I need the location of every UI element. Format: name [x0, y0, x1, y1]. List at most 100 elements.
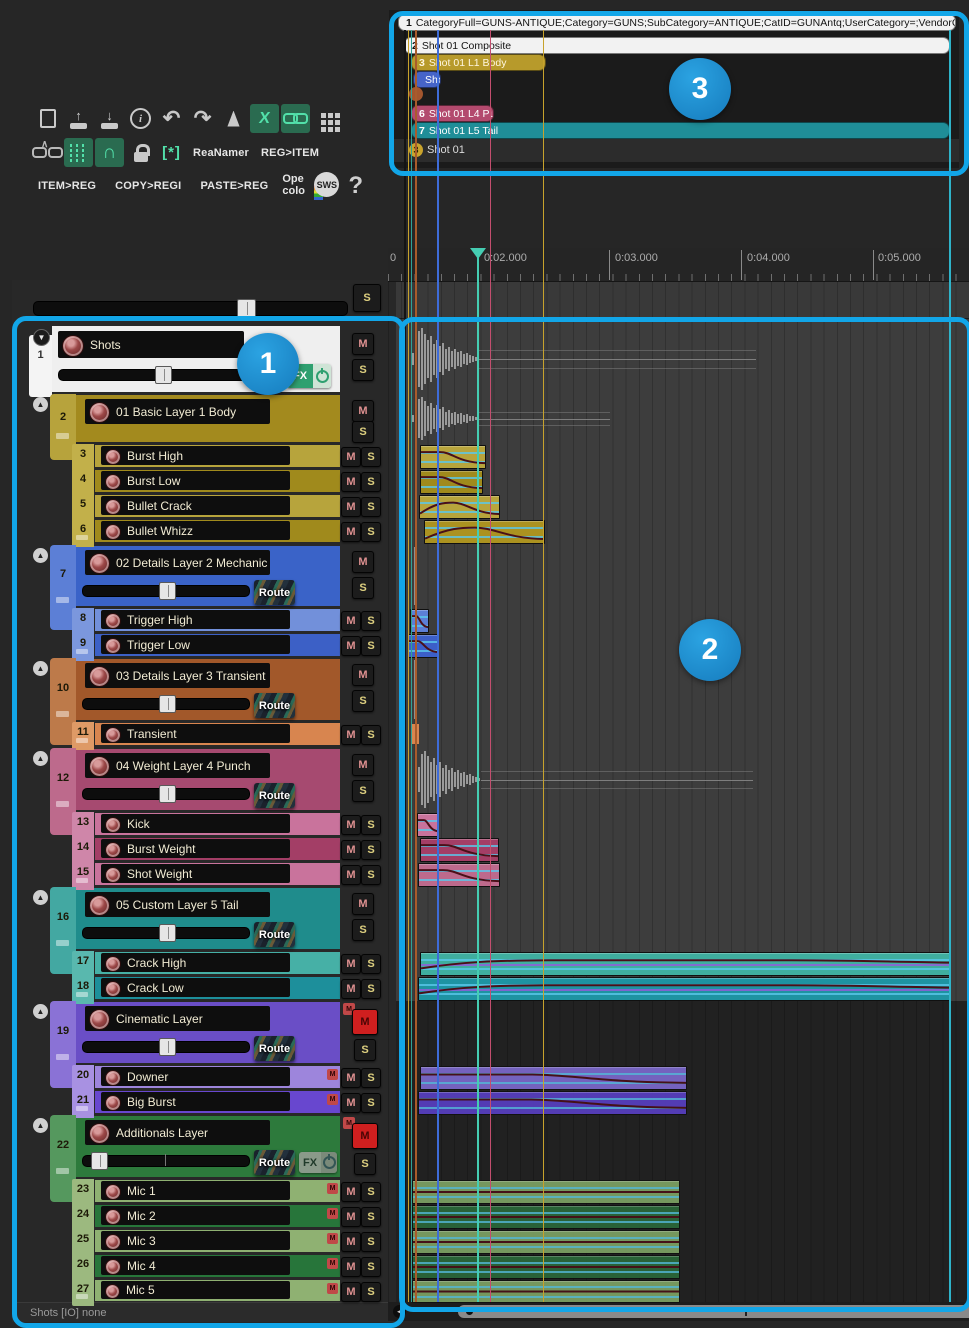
- track-name-box[interactable]: Crack Low: [101, 978, 290, 997]
- solo-button[interactable]: S: [352, 780, 374, 802]
- mute-button[interactable]: M: [341, 447, 361, 467]
- record-arm-button[interactable]: [105, 1095, 121, 1111]
- solo-button[interactable]: S: [352, 690, 374, 712]
- media-item[interactable]: [412, 1230, 680, 1254]
- record-arm-button[interactable]: [89, 553, 110, 574]
- paste-to-region-button[interactable]: PASTE>REG: [195, 180, 273, 192]
- track-number-tab[interactable]: 6: [72, 519, 94, 547]
- grid-squares-icon[interactable]: [312, 104, 341, 133]
- volume-slider-handle[interactable]: [159, 785, 176, 803]
- track-name-box[interactable]: Kick: [101, 814, 290, 833]
- snap-magnet-icon[interactable]: ∩: [95, 138, 124, 167]
- mute-button[interactable]: M: [341, 522, 361, 542]
- mute-button[interactable]: M: [341, 865, 361, 885]
- copy-to-region-button[interactable]: COPY>REGI: [110, 180, 186, 192]
- track-name-box[interactable]: Trigger Low: [101, 635, 290, 654]
- media-item[interactable]: [419, 495, 500, 519]
- track-name-box[interactable]: Cinematic Layer: [85, 1006, 270, 1031]
- folder-collapse-icon[interactable]: ▲: [33, 890, 48, 905]
- record-arm-button[interactable]: [62, 335, 84, 357]
- solo-button[interactable]: S: [361, 840, 381, 860]
- mute-button[interactable]: M: [341, 979, 361, 999]
- solo-button[interactable]: S: [361, 815, 381, 835]
- media-item[interactable]: [412, 1280, 680, 1303]
- solo-button[interactable]: S: [361, 1282, 381, 1302]
- track-name-box[interactable]: Mic 4: [101, 1256, 290, 1275]
- solo-button[interactable]: S: [361, 1182, 381, 1202]
- media-item[interactable]: [410, 609, 429, 633]
- record-arm-button[interactable]: [105, 956, 121, 972]
- track-name-box[interactable]: Shots: [58, 331, 244, 358]
- record-arm-button[interactable]: [105, 1209, 121, 1225]
- scroll-left-arrow[interactable]: ◄: [393, 1305, 406, 1318]
- record-arm-button[interactable]: [105, 638, 121, 654]
- info-icon[interactable]: i: [126, 104, 155, 133]
- reg-to-item-button[interactable]: REG>ITEM: [256, 147, 324, 159]
- track-name-box[interactable]: Burst High: [101, 446, 290, 465]
- track-name-box[interactable]: Mic 5: [101, 1281, 290, 1299]
- track-number-tab[interactable]: 24: [72, 1204, 94, 1232]
- volume-slider-handle[interactable]: [159, 582, 176, 600]
- track-name-box[interactable]: Burst Weight: [101, 839, 290, 858]
- record-arm-button[interactable]: [89, 402, 110, 423]
- mute-button[interactable]: M: [341, 1232, 361, 1252]
- track-number-tab[interactable]: 15: [72, 862, 94, 890]
- solo-button[interactable]: S: [361, 636, 381, 656]
- solo-button[interactable]: S: [361, 1068, 381, 1088]
- media-item[interactable]: [417, 813, 439, 837]
- export-icon[interactable]: ↓: [95, 104, 124, 133]
- folder-collapse-icon[interactable]: ▲: [33, 548, 48, 563]
- volume-slider-track[interactable]: [58, 369, 248, 381]
- media-item[interactable]: [412, 1255, 680, 1279]
- track-number-tab[interactable]: 20: [72, 1065, 94, 1093]
- record-arm-button[interactable]: [89, 895, 110, 916]
- track-name-box[interactable]: 05 Custom Layer 5 Tail: [85, 892, 270, 917]
- master-scrollbar-handle[interactable]: [237, 299, 256, 318]
- media-item-sliver[interactable]: [414, 547, 417, 605]
- track-name-box[interactable]: Mic 1: [101, 1181, 290, 1200]
- record-arm-button[interactable]: [105, 981, 121, 997]
- solo-button[interactable]: S: [361, 954, 381, 974]
- mute-button[interactable]: M: [341, 954, 361, 974]
- track-number-tab[interactable]: 5: [72, 494, 94, 522]
- marker-dot[interactable]: [409, 87, 423, 101]
- solo-button[interactable]: S: [361, 447, 381, 467]
- track-name-box[interactable]: Trigger High: [101, 610, 290, 629]
- solo-button[interactable]: S: [361, 1232, 381, 1252]
- mute-button[interactable]: M: [341, 815, 361, 835]
- media-item[interactable]: [420, 838, 499, 862]
- sws-button[interactable]: SWS: [314, 172, 339, 200]
- fx-button[interactable]: FX: [299, 1152, 337, 1173]
- track-number-tab[interactable]: 18: [72, 976, 94, 1004]
- mute-button[interactable]: M: [341, 1207, 361, 1227]
- track-number-tab[interactable]: 9: [72, 633, 94, 661]
- solo-button[interactable]: S: [361, 865, 381, 885]
- solo-button[interactable]: S: [361, 1207, 381, 1227]
- track-name-box[interactable]: Burst Low: [101, 471, 290, 490]
- mute-button[interactable]: M: [352, 333, 374, 355]
- record-arm-button[interactable]: [89, 1123, 110, 1144]
- region-bar[interactable]: 2Shot 01 Composite: [404, 37, 950, 54]
- track-number-tab[interactable]: 21: [72, 1090, 94, 1118]
- mute-button[interactable]: M: [341, 1093, 361, 1113]
- route-button[interactable]: Route: [254, 1036, 295, 1061]
- horizontal-scrollbar[interactable]: [458, 1305, 969, 1318]
- media-item[interactable]: [418, 1091, 687, 1115]
- record-arm-button[interactable]: [105, 1234, 121, 1250]
- solo-button[interactable]: S: [352, 359, 374, 381]
- media-item-sliver[interactable]: [412, 724, 419, 744]
- master-solo-button[interactable]: S: [353, 284, 381, 312]
- mute-button[interactable]: M: [341, 1068, 361, 1088]
- import-icon[interactable]: ↑: [64, 104, 93, 133]
- lock-icon[interactable]: [126, 138, 155, 167]
- route-button[interactable]: Route: [254, 693, 295, 718]
- redo-icon[interactable]: ↷: [188, 104, 217, 133]
- record-arm-button[interactable]: [105, 867, 121, 883]
- record-arm-button[interactable]: [105, 474, 121, 490]
- mute-button[interactable]: M: [341, 636, 361, 656]
- solo-button[interactable]: S: [361, 472, 381, 492]
- mute-button[interactable]: M: [341, 1282, 361, 1302]
- volume-slider-handle[interactable]: [91, 1152, 108, 1170]
- record-arm-button[interactable]: [105, 524, 121, 540]
- folder-collapse-icon[interactable]: ▲: [33, 751, 48, 766]
